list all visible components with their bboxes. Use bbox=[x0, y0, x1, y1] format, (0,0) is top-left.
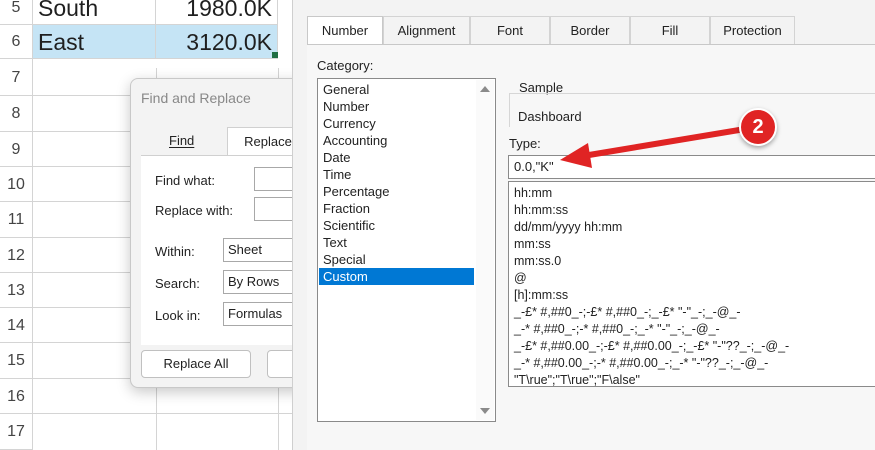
category-item[interactable]: Number bbox=[319, 98, 474, 115]
search-label: Search: bbox=[155, 276, 200, 291]
category-item[interactable]: Fraction bbox=[319, 200, 474, 217]
row-header-13[interactable]: 13 bbox=[0, 273, 33, 308]
format-code-item[interactable]: hh:mm bbox=[514, 185, 552, 202]
row-header-17[interactable]: 17 bbox=[0, 414, 33, 450]
row-header-14[interactable]: 14 bbox=[0, 308, 33, 343]
replace-all-button[interactable]: Replace All bbox=[141, 350, 251, 378]
format-code-item[interactable]: [h]:mm:ss bbox=[514, 287, 568, 304]
row-divider bbox=[33, 413, 300, 414]
tab-find[interactable]: Find bbox=[169, 127, 194, 155]
category-list[interactable]: General Number Currency Accounting Date … bbox=[317, 78, 496, 422]
row-header-8[interactable]: 8 bbox=[0, 96, 33, 132]
cell-region-south[interactable]: South bbox=[33, 0, 156, 25]
row-header-9[interactable]: 9 bbox=[0, 132, 33, 167]
category-item[interactable]: Currency bbox=[319, 115, 474, 132]
category-item[interactable]: Text bbox=[319, 234, 474, 251]
category-item[interactable]: Date bbox=[319, 149, 474, 166]
format-code-item[interactable]: @ bbox=[514, 270, 527, 287]
type-input[interactable]: 0.0,"K" bbox=[508, 155, 875, 179]
row-header-11[interactable]: 11 bbox=[0, 202, 33, 238]
row-header-5[interactable]: 5 bbox=[0, 0, 33, 25]
category-item[interactable]: Scientific bbox=[319, 217, 474, 234]
category-item[interactable]: Percentage bbox=[319, 183, 474, 200]
callout-badge: 2 bbox=[739, 108, 777, 146]
category-item[interactable]: General bbox=[319, 81, 474, 98]
format-code-item[interactable]: dd/mm/yyyy hh:mm bbox=[514, 219, 622, 236]
category-scrollbar[interactable] bbox=[476, 80, 494, 420]
tab-protection[interactable]: Protection bbox=[710, 16, 795, 44]
tab-alignment[interactable]: Alignment bbox=[383, 16, 470, 44]
category-item[interactable]: Time bbox=[319, 166, 474, 183]
type-label: Type: bbox=[509, 136, 541, 151]
format-code-item[interactable]: hh:mm:ss bbox=[514, 202, 568, 219]
tab-number[interactable]: Number bbox=[307, 16, 383, 46]
row-header-12[interactable]: 12 bbox=[0, 238, 33, 273]
sample-value: Dashboard bbox=[518, 109, 582, 124]
format-code-item[interactable]: "T\rue";"T\rue";"F\alse" bbox=[514, 372, 640, 386]
format-code-item[interactable]: mm:ss.0 bbox=[514, 253, 561, 270]
row-header-15[interactable]: 15 bbox=[0, 343, 33, 379]
find-what-label: Find what: bbox=[155, 173, 215, 188]
tab-font[interactable]: Font bbox=[470, 16, 550, 44]
scroll-down-icon[interactable] bbox=[480, 408, 490, 414]
fill-handle[interactable] bbox=[272, 52, 278, 58]
within-label: Within: bbox=[155, 244, 195, 259]
scroll-up-icon[interactable] bbox=[480, 86, 490, 92]
category-item[interactable]: Accounting bbox=[319, 132, 474, 149]
format-code-item[interactable]: _-* #,##0.00_-;-* #,##0.00_-;_-* "-"??_-… bbox=[514, 355, 768, 372]
row-header-10[interactable]: 10 bbox=[0, 167, 33, 202]
format-code-item[interactable]: _-£* #,##0_-;-£* #,##0_-;_-£* "-"_-;_-@_… bbox=[514, 304, 741, 321]
format-code-list[interactable]: hh:mm hh:mm:ss dd/mm/yyyy hh:mm mm:ss mm… bbox=[508, 181, 875, 387]
cell-region-east[interactable]: East bbox=[33, 25, 156, 59]
format-cells-dialog: Number Alignment Font Border Fill Protec… bbox=[292, 0, 875, 450]
category-item-custom[interactable]: Custom bbox=[319, 268, 474, 285]
row-header-7[interactable]: 7 bbox=[0, 59, 33, 96]
cell-value-south[interactable]: 1980.0K bbox=[156, 0, 278, 25]
format-code-item[interactable]: _-£* #,##0.00_-;-£* #,##0.00_-;_-£* "-"?… bbox=[514, 338, 789, 355]
look-in-label: Look in: bbox=[155, 308, 201, 323]
find-replace-title: Find and Replace bbox=[141, 90, 251, 106]
format-code-item[interactable]: mm:ss bbox=[514, 236, 551, 253]
tab-border[interactable]: Border bbox=[550, 16, 630, 44]
tab-fill[interactable]: Fill bbox=[630, 16, 710, 44]
replace-with-label: Replace with: bbox=[155, 203, 234, 218]
row-header-6[interactable]: 6 bbox=[0, 25, 33, 59]
category-label: Category: bbox=[317, 58, 374, 73]
category-item[interactable]: Special bbox=[319, 251, 474, 268]
cell-value-east[interactable]: 3120.0K bbox=[156, 25, 278, 59]
row-header-16[interactable]: 16 bbox=[0, 379, 33, 414]
number-tab-panel: Category: General Number Currency Accoun… bbox=[307, 44, 875, 450]
sample-box: Dashboard bbox=[509, 93, 875, 127]
format-code-item[interactable]: _-* #,##0_-;-* #,##0_-;_-* "-"_-;_-@_- bbox=[514, 321, 720, 338]
